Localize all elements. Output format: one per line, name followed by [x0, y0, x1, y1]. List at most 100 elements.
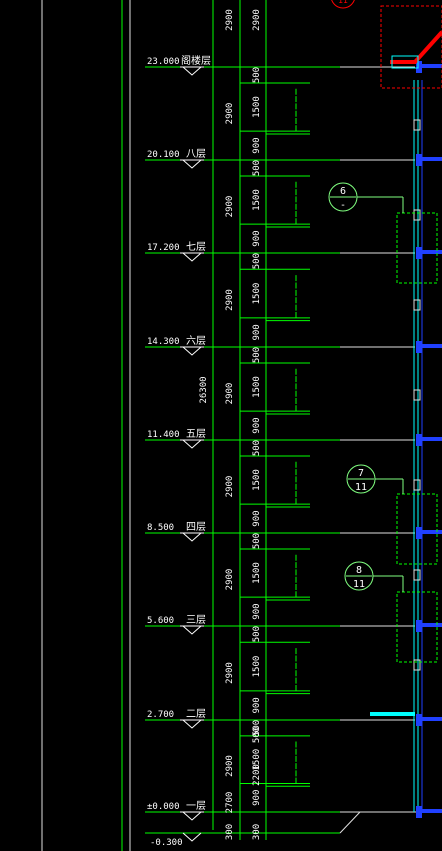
floor-label: 二层 [186, 708, 206, 720]
story-dim: 2700 [225, 792, 235, 814]
inner-dim: 900 [252, 510, 262, 526]
floor-label: 四层 [186, 521, 206, 533]
floor-slab-block [416, 620, 422, 632]
inner-dim: 500 [252, 160, 262, 176]
elevation-marker [182, 625, 202, 635]
callout-sheet-partial: 11 [338, 0, 348, 5]
inner-dim: 1500 [252, 562, 262, 584]
parapet-red [390, 30, 442, 64]
elevation-label: 8.500 [147, 523, 174, 533]
inner-dim: 1500 [252, 376, 262, 398]
elevation-marker [182, 159, 202, 169]
callout-number: 8 [356, 565, 362, 576]
slab-edge [422, 717, 442, 721]
floor-label: 阁楼层 [181, 54, 211, 67]
inner-dim: 1500 [252, 283, 262, 305]
inner-dim: 500 [252, 626, 262, 642]
slab-edge [422, 250, 442, 254]
parapet-detail-box [380, 5, 442, 89]
elevation-label: 17.200 [147, 243, 180, 253]
floor-slab-block [416, 527, 422, 539]
elevation-label: 14.300 [147, 337, 180, 347]
inner-dim: 500 [252, 727, 262, 743]
inner-dim: 500 [252, 440, 262, 456]
inner-dim: 500 [252, 67, 262, 83]
inner-dim: 900 [252, 697, 262, 713]
inner-dim: 900 [252, 417, 262, 433]
canopy [370, 712, 415, 716]
frame-lines [41, 0, 267, 851]
inner-dim: 900 [252, 230, 262, 246]
level-markers: 23.000 阁楼层 20.100 八层 17.200 七层 14.300 六层 11.400 五… [145, 54, 420, 848]
inner-dim: 2900 [252, 9, 262, 31]
story-dim: 2900 [225, 662, 235, 684]
inner-dim: 900 [252, 324, 262, 340]
inner-dim: 500 [252, 253, 262, 269]
mullion [413, 569, 421, 581]
inner-dim: 900 [252, 137, 262, 153]
elevation-label: ±0.000 [147, 802, 180, 812]
slab-edge [422, 437, 442, 441]
elevation-marker [182, 252, 202, 262]
base-dim: 300 [252, 824, 262, 840]
elevation-marker [182, 66, 202, 76]
slab-edge [422, 157, 442, 161]
mullion [413, 479, 421, 491]
total-height-dim: 26300 [199, 376, 209, 403]
elevation-label: 23.000 [147, 57, 180, 67]
callout-sheet: 11 [353, 579, 365, 590]
elevation-label: 11.400 [147, 430, 180, 440]
ground-marker [182, 832, 202, 842]
floor-slab-block [416, 434, 422, 446]
elevation-marker [182, 532, 202, 542]
story-dim: 2900 [225, 383, 235, 405]
ground-slope [339, 811, 361, 834]
callout-sheet: - [340, 200, 346, 211]
slab-edge [422, 809, 442, 813]
story-dim: 2900 [225, 755, 235, 777]
inner-dim: 900 [252, 790, 262, 806]
facade-section [370, 5, 442, 818]
story-dim: 2900 [225, 9, 235, 31]
elevation-marker [182, 811, 202, 821]
story-dim: 2900 [225, 289, 235, 311]
floor-label: 八层 [186, 148, 206, 160]
story-dim: 2900 [225, 569, 235, 591]
detail-callouts: 6 - 7 11 8 11 11 [328, 0, 404, 592]
floor-slab-block [416, 154, 422, 166]
callout-sheet: 11 [355, 482, 367, 493]
story-dim: 2900 [225, 196, 235, 218]
mullion [413, 299, 421, 311]
inner-dim: 1500 [252, 656, 262, 678]
floor-slab-block [416, 714, 422, 726]
ground-elevation-label: -0.300 [150, 838, 183, 848]
slab-edge [422, 530, 442, 534]
inner-dim: 1500 [252, 189, 262, 211]
inner-dim: 1500 [252, 469, 262, 491]
floor-label: 六层 [186, 335, 206, 347]
callout-number: 6 [340, 186, 346, 197]
slab-edge [422, 344, 442, 348]
callout-number: 7 [358, 468, 364, 479]
story-dim: 2900 [225, 476, 235, 498]
elevation-label: 2.700 [147, 710, 174, 720]
floor-label: 三层 [186, 614, 206, 626]
mullion [413, 119, 421, 131]
elevation-drawing: 23.000 阁楼层 20.100 八层 17.200 七层 14.300 六层 11.400 五… [41, 0, 442, 851]
floor-slab-block [416, 341, 422, 353]
inner-dim: 500 [252, 347, 262, 363]
floor-label: 一层 [186, 800, 206, 812]
slab-edge [422, 64, 442, 68]
elevation-marker [182, 439, 202, 449]
floor-label: 七层 [186, 241, 206, 253]
inner-dim: 900 [252, 603, 262, 619]
story-dim: 2900 [225, 103, 235, 125]
mullion [413, 209, 421, 221]
elevation-marker [182, 719, 202, 729]
elevation-marker [182, 346, 202, 356]
inner-dim: 1500 [252, 96, 262, 118]
floor-slab-block [416, 806, 422, 818]
dimension-chains: 26300 2900 2900 2900 2900 2900 2900 2900 2900 290… [199, 9, 310, 840]
floor-label: 五层 [186, 428, 206, 440]
inner-dim: 2200 [252, 764, 262, 786]
